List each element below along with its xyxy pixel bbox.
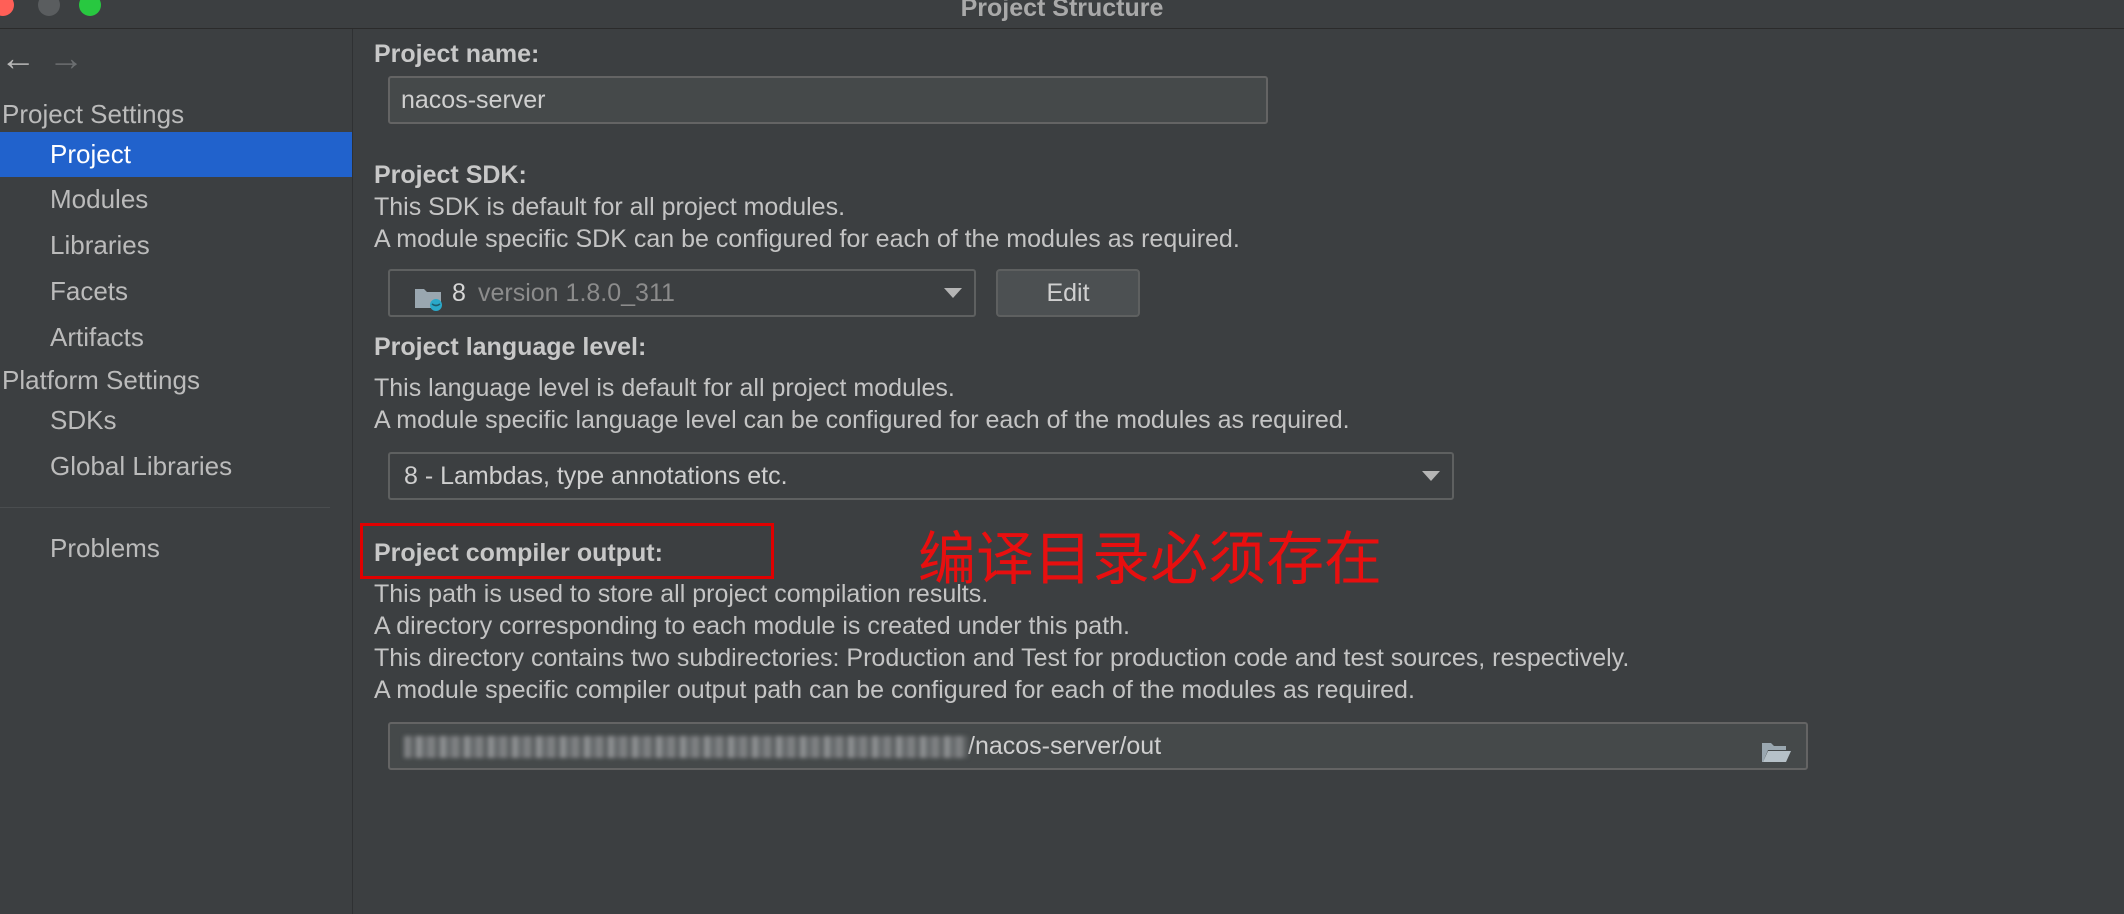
project-sdk-select[interactable]: 8 version 1.8.0_311 <box>388 269 976 317</box>
sdk-name: 8 <box>452 279 466 307</box>
title-bar: Project Structure <box>0 0 2124 29</box>
sidebar-item-problems[interactable]: Problems <box>0 526 352 571</box>
chevron-down-icon <box>1422 471 1440 481</box>
forward-arrow-icon[interactable]: → <box>48 40 84 76</box>
compiler-output-desc-2: A directory corresponding to each module… <box>374 612 1130 640</box>
compiler-output-path-input[interactable]: /nacos-server/out <box>388 722 1808 770</box>
project-sdk-desc-2: A module specific SDK can be configured … <box>374 225 1240 253</box>
sidebar-item-facets[interactable]: Facets <box>0 269 352 314</box>
edit-sdk-button[interactable]: Edit <box>996 269 1140 317</box>
project-sdk-desc-1: This SDK is default for all project modu… <box>374 193 846 221</box>
language-level-select[interactable]: 8 - Lambdas, type annotations etc. <box>388 452 1454 500</box>
project-sdk-label: Project SDK: <box>374 161 527 189</box>
compiler-output-desc-4: A module specific compiler output path c… <box>374 676 1415 704</box>
project-name-input[interactable]: nacos-server <box>388 76 1268 124</box>
project-settings-header: Project Settings <box>2 99 185 129</box>
sidebar-item-libraries[interactable]: Libraries <box>0 223 352 268</box>
language-level-desc-2: A module specific language level can be … <box>374 406 1350 434</box>
project-name-label: Project name: <box>374 40 540 68</box>
window-title: Project Structure <box>960 0 1164 22</box>
sidebar-item-sdks[interactable]: SDKs <box>0 398 352 443</box>
sdk-version: version 1.8.0_311 <box>478 279 675 307</box>
folder-open-icon[interactable] <box>1760 734 1792 768</box>
language-level-desc-1: This language level is default for all p… <box>374 374 955 402</box>
compiler-output-desc-3: This directory contains two subdirectori… <box>374 644 1630 672</box>
back-arrow-icon[interactable]: ← <box>0 40 36 76</box>
folder-java-icon <box>414 281 444 311</box>
language-level-value: 8 - Lambdas, type annotations etc. <box>404 462 788 490</box>
chevron-down-icon <box>944 288 962 298</box>
sidebar-item-modules[interactable]: Modules <box>0 177 352 222</box>
sidebar-item-global-libraries[interactable]: Global Libraries <box>0 444 352 489</box>
compiler-output-path-visible: /nacos-server/out <box>968 732 1162 760</box>
redacted-path-segment <box>404 736 968 759</box>
sidebar-divider <box>0 507 330 508</box>
sidebar-item-project[interactable]: Project <box>0 132 352 177</box>
compiler-output-desc-1: This path is used to store all project c… <box>374 580 989 608</box>
language-level-label: Project language level: <box>374 333 647 361</box>
annotation-highlight-box <box>360 523 774 579</box>
sidebar: ← → Project Settings Project Modules Lib… <box>0 29 353 914</box>
sidebar-item-artifacts[interactable]: Artifacts <box>0 315 352 360</box>
platform-settings-header: Platform Settings <box>2 365 200 395</box>
